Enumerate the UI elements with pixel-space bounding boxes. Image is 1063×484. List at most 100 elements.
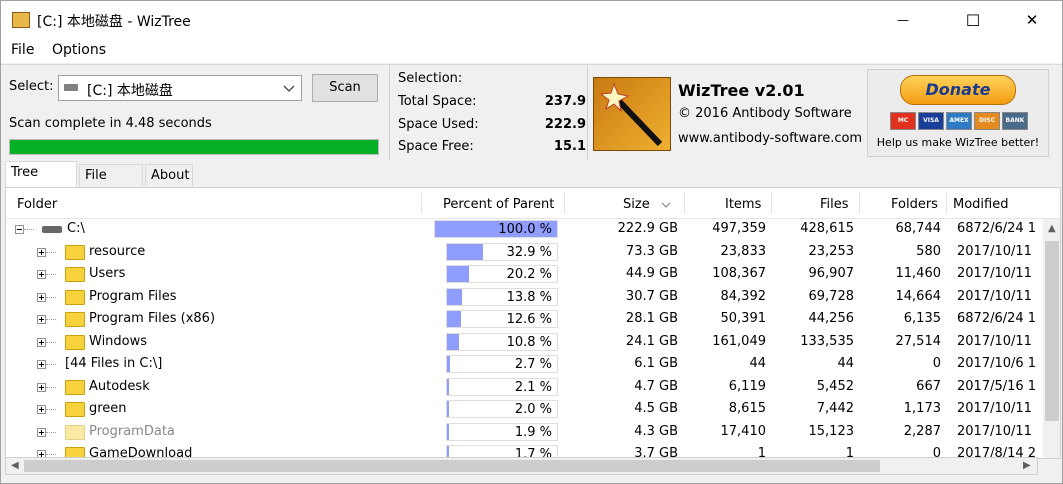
modified-value: 2017/10/11 2 (957, 333, 1037, 349)
expand-icon[interactable] (37, 315, 46, 324)
percent-value: 2.0 % (514, 402, 552, 417)
expand-icon[interactable] (37, 405, 46, 414)
percent-bar-fill (447, 423, 450, 440)
table-row[interactable]: C:\ 100.0 % 222.9 GB 497,359 428,615 68,744 68… (6, 218, 1037, 240)
magic-wand-icon (599, 82, 663, 147)
toolbar: Select: [C:] 本地磁盘 Scan Scan complete in … (1, 64, 1062, 161)
items-value: 44 (749, 356, 766, 371)
column-size[interactable]: Size (623, 197, 650, 212)
table-row[interactable]: ProgramData 1.9 % 4.3 GB 17,410 15,123 2,287 2… (6, 421, 1037, 443)
items-value: 17,410 (720, 423, 767, 439)
maximize-button[interactable]: ☐ (950, 1, 996, 39)
tree-connector (46, 341, 56, 343)
donate-button[interactable]: Donate (900, 75, 1016, 105)
folder-name: Autodesk (89, 378, 150, 394)
table-row[interactable]: [44 Files in C:\] 2.7 % 6.1 GB 44 44 0 2017/10… (6, 353, 1037, 375)
tree-connector (46, 431, 56, 433)
percent-bar: 100.0 % (434, 220, 558, 238)
scroll-up-icon[interactable]: ▲ (1048, 223, 1056, 234)
expand-icon[interactable] (37, 427, 46, 437)
discover-icon: DISC (974, 112, 1000, 130)
divider (859, 192, 860, 214)
modified-value: 6872/6/24 15 (957, 221, 1037, 236)
size-value: 44.9 GB (625, 266, 678, 281)
menu-file[interactable]: File (11, 42, 34, 58)
modified-value: 2017/10/11 2 (957, 243, 1037, 259)
folder-icon (65, 334, 85, 350)
minimize-icon: — (897, 13, 909, 27)
menu-options[interactable]: Options (52, 42, 106, 58)
tree-connector (46, 274, 56, 275)
files-value: 44 (837, 356, 854, 371)
table-row[interactable]: Autodesk 2.1 % 4.7 GB 6,119 5,452 667 2017/5/1… (6, 376, 1037, 398)
table-row[interactable]: Windows 10.8 % 24.1 GB 161,049 133,535 27,514… (6, 331, 1037, 353)
divider (771, 192, 772, 214)
percent-bar: 2.1 % (446, 377, 558, 396)
sort-descending-icon (661, 202, 671, 208)
table-row[interactable]: Program Files (x86) 12.6 % 28.1 GB 50,391 44… (6, 308, 1037, 330)
column-folder[interactable]: Folder (17, 197, 57, 212)
table-row[interactable]: resource 32.9 % 73.3 GB 23,833 23,253 580 2017… (6, 241, 1037, 263)
size-value: 4.3 GB (634, 423, 678, 439)
drive-icon (42, 226, 62, 233)
expand-icon[interactable] (37, 360, 46, 369)
tree-connector (46, 251, 56, 253)
collapse-icon[interactable] (15, 225, 24, 234)
table-row[interactable]: Program Files 13.8 % 30.7 GB 84,392 69,728 14… (6, 286, 1037, 308)
percent-value: 13.8 % (506, 289, 552, 305)
percent-bar: 2.7 % (446, 355, 558, 373)
column-percent[interactable]: Percent of Parent (443, 197, 554, 212)
table-row[interactable]: green 2.0 % 4.5 GB 8,615 7,442 1,173 2017/10/1… (6, 398, 1037, 420)
divider (389, 65, 390, 160)
horizontal-scrollbar[interactable]: ◀ ▶ (5, 457, 1038, 475)
wiztree-window: [C:] 本地磁盘 - WizTree — ☐ ✕ File Options S… (0, 0, 1063, 484)
percent-bar-fill (447, 401, 450, 417)
column-modified[interactable]: Modified (953, 197, 1008, 212)
column-folders[interactable]: Folders (891, 197, 938, 212)
scroll-right-icon[interactable]: ▶ (1023, 460, 1031, 471)
product-name: WizTree v2.01 (678, 81, 805, 100)
minimize-button[interactable]: — (880, 1, 926, 39)
modified-value: 6872/6/24 15 (957, 311, 1037, 326)
tab-file-view[interactable]: File View (79, 164, 143, 205)
percent-bar: 32.9 % (446, 242, 558, 261)
column-files[interactable]: Files (820, 197, 849, 212)
mastercard-icon: MC (890, 112, 916, 130)
vertical-scrollbar[interactable]: ▲ (1043, 219, 1060, 458)
folder-name: Users (89, 266, 126, 281)
folder-name: resource (89, 243, 146, 259)
percent-value: 1.9 % (514, 424, 552, 440)
items-value: 84,392 (720, 288, 767, 304)
items-value: 23,833 (720, 243, 767, 259)
table-row[interactable]: Users 20.2 % 44.9 GB 108,367 96,907 11,460 201… (6, 263, 1037, 285)
donate-caption: Help us make WizTree better! (876, 136, 1040, 149)
scroll-left-icon[interactable]: ◀ (11, 460, 19, 471)
folder-icon (65, 312, 85, 327)
tab-tree-view[interactable]: Tree View (5, 161, 77, 202)
divider (946, 192, 947, 214)
scan-button[interactable]: Scan (312, 74, 378, 102)
folder-icon (65, 244, 85, 260)
column-items[interactable]: Items (725, 197, 761, 212)
website-link[interactable]: www.antibody-software.com (678, 131, 862, 146)
vertical-scroll-thumb[interactable] (1045, 241, 1059, 421)
horizontal-scroll-thumb[interactable] (24, 460, 880, 472)
percent-value: 2.1 % (514, 379, 552, 395)
total-space-value: 237.9 (544, 94, 586, 109)
percent-bar: 13.8 % (446, 287, 558, 306)
close-button[interactable]: ✕ (1009, 1, 1055, 39)
visa-icon: VISA (918, 112, 944, 130)
expand-icon[interactable] (37, 292, 46, 302)
tab-about[interactable]: About (145, 164, 193, 186)
space-free-value: 15.1 (553, 139, 586, 154)
expand-icon[interactable] (37, 270, 46, 279)
tab-strip: Tree View File View About (1, 161, 1062, 205)
files-value: 23,253 (808, 243, 855, 259)
scan-progress-fill (10, 140, 378, 154)
files-value: 428,615 (800, 221, 854, 236)
expand-icon[interactable] (37, 247, 46, 257)
close-icon: ✕ (1025, 11, 1039, 29)
drive-select[interactable]: [C:] 本地磁盘 (58, 75, 302, 101)
expand-icon[interactable] (37, 382, 46, 392)
expand-icon[interactable] (37, 337, 46, 347)
